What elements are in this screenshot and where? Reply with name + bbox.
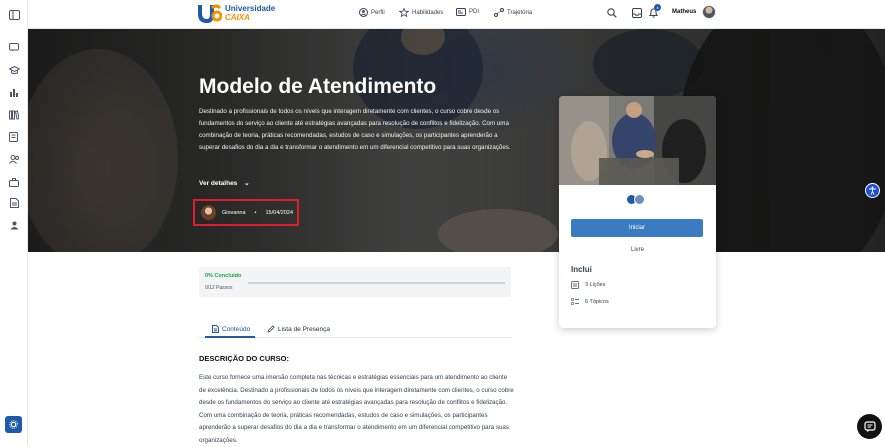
course-progress: 0% Concluído 0/12 Passos <box>199 267 511 297</box>
settings-icon <box>9 420 18 429</box>
tab-lista-de-presenca[interactable]: Lista de Presença <box>267 325 330 333</box>
inbox-button[interactable] <box>632 8 642 21</box>
author-name[interactable]: Giovanna <box>222 210 246 216</box>
id-card-icon <box>456 8 466 16</box>
nav-item-perfil[interactable]: Perfil <box>359 8 385 17</box>
includes-topics: 6 Tópicos <box>571 298 609 306</box>
tab-lista-label: Lista de Presença <box>278 325 331 333</box>
meta-separator: • <box>254 209 257 216</box>
chat-icon <box>863 420 876 432</box>
search-icon <box>607 8 617 18</box>
brand-logo[interactable]: Universidade CAIXA <box>198 2 275 24</box>
author-avatar <box>201 205 216 220</box>
nav-item-pdi[interactable]: PDI <box>456 8 479 16</box>
user-name[interactable]: Matheus <box>672 9 696 15</box>
progress-percent: 0% Concluído <box>205 273 242 279</box>
document-icon[interactable] <box>7 196 21 210</box>
graduation-cap-icon[interactable] <box>7 63 21 77</box>
publish-date: 15/04/2024 <box>265 209 294 216</box>
course-description-heading: DESCRIÇÃO DO CURSO: <box>199 354 290 363</box>
bar-chart-icon[interactable] <box>7 85 21 99</box>
partner-logos <box>626 194 645 205</box>
logo-mark-icon <box>198 2 223 24</box>
briefcase-icon[interactable] <box>7 175 21 189</box>
document-icon <box>212 325 219 333</box>
nav-item-habilidades[interactable]: Habilidades <box>399 8 443 17</box>
nav-label-perfil: Perfil <box>371 9 385 16</box>
course-description-text: Este curso fornece uma imersão completa … <box>199 374 514 444</box>
includes-lessons-label: 3 Lições <box>585 282 606 288</box>
team-icon[interactable] <box>7 218 21 232</box>
nav-label-trajetoria: Trajetória <box>507 9 533 16</box>
author-info: Giovanna • 15/04/2024 <box>193 199 299 226</box>
nav-item-trajetoria[interactable]: Trajetória <box>494 8 532 17</box>
brand-line2: CAIXA <box>225 13 250 22</box>
see-details-toggle[interactable]: Ver detalhes ⌄ <box>199 179 250 187</box>
nav-label-pdi: PDI <box>469 9 480 15</box>
includes-lessons: 3 Lições <box>571 281 606 289</box>
user-circle-icon <box>359 8 368 17</box>
progress-steps: 0/12 Passos <box>205 285 233 291</box>
course-title: Modelo de Atendimento <box>199 75 437 98</box>
brand-line1: Universidade <box>225 4 276 13</box>
accessibility-button[interactable] <box>865 183 880 198</box>
includes-title: Inclui <box>571 265 592 274</box>
user-avatar[interactable] <box>702 5 716 19</box>
sidebar-toggle-icon[interactable] <box>7 8 21 22</box>
library-icon[interactable] <box>7 108 21 122</box>
includes-topics-label: 6 Tópicos <box>585 299 609 305</box>
chat-support-button[interactable] <box>857 414 882 439</box>
partner-logo-icon <box>634 194 645 205</box>
accessibility-icon <box>869 186 876 195</box>
left-sidebar <box>0 0 28 446</box>
price-label: Livre <box>630 247 644 253</box>
settings-button[interactable] <box>5 416 22 433</box>
course-thumbnail <box>559 96 716 185</box>
book-icon <box>571 281 579 289</box>
users-icon[interactable] <box>7 152 21 166</box>
chat-bubble-icon[interactable] <box>7 40 21 54</box>
star-icon <box>399 8 409 17</box>
progress-bar-track <box>248 282 505 284</box>
course-tabs: Conteúdo Lista de Presença <box>199 320 511 338</box>
search-button[interactable] <box>607 8 617 21</box>
pencil-icon <box>267 325 275 333</box>
course-hero-banner: Modelo de Atendimento Destinado a profis… <box>28 29 885 252</box>
tab-conteudo-label: Conteúdo <box>222 325 251 333</box>
see-details-label: Ver detalhes <box>199 180 238 187</box>
inbox-icon <box>632 8 642 18</box>
list-icon <box>571 298 579 305</box>
notifications-badge: 4 <box>654 4 661 11</box>
course-enroll-card: Iniciar Livre Inclui 3 Lições 6 Tópicos <box>559 96 716 328</box>
start-course-button[interactable]: Iniciar <box>571 219 703 237</box>
nav-label-habilidades: Habilidades <box>412 9 444 16</box>
course-summary: Destinado a profissionais de todos os ní… <box>199 108 511 151</box>
checklist-icon[interactable] <box>7 130 21 144</box>
chevron-down-icon: ⌄ <box>244 180 250 187</box>
active-tab-indicator <box>205 336 255 338</box>
path-icon <box>494 8 504 17</box>
top-navigation-bar: Universidade CAIXA Perfil Habilidades PD… <box>28 0 885 29</box>
tab-conteudo[interactable]: Conteúdo <box>212 325 250 333</box>
